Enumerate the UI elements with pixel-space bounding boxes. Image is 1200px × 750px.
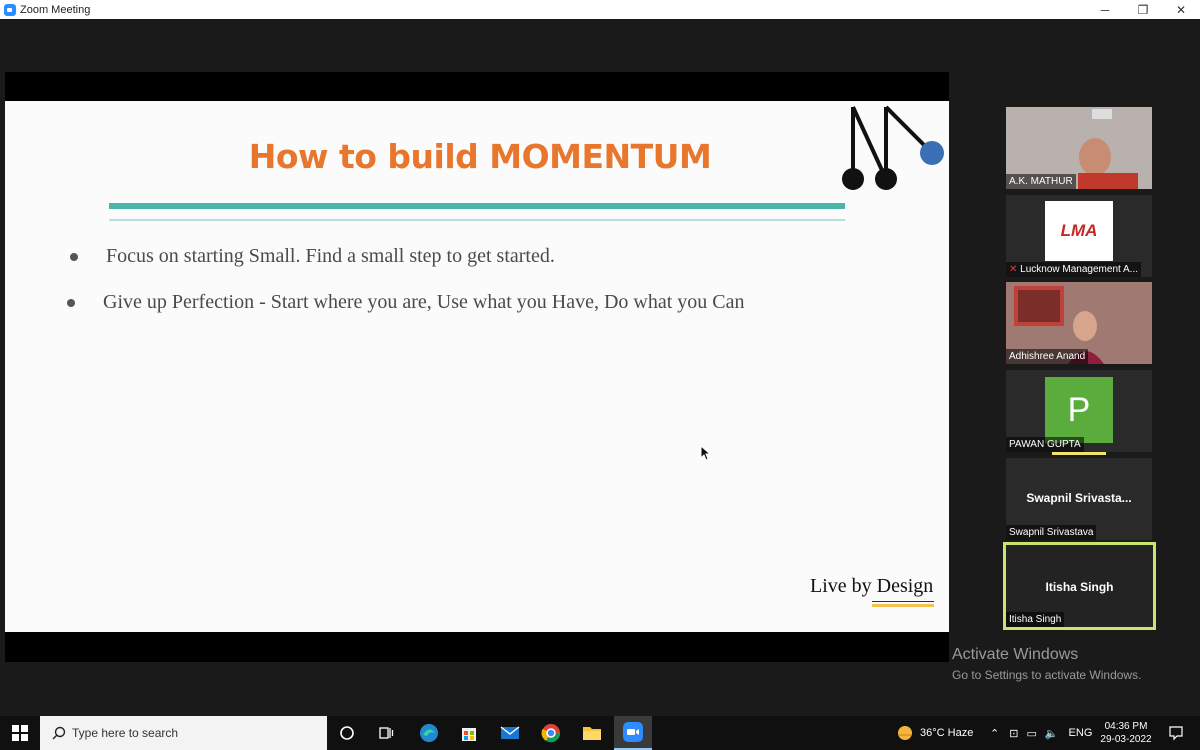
slide-brand-text: Live by Design	[810, 575, 934, 597]
shared-slide: How to build MOMENTUM Focus on starting …	[5, 101, 949, 632]
lma-logo-icon: LMA	[1045, 201, 1113, 261]
search-icon	[52, 726, 66, 740]
participant-display-name: Itisha Singh	[1045, 580, 1114, 594]
windows-taskbar: Type here to search 36°C Haze ⌃ ⊡ ▭ 🔈 EN…	[0, 716, 1200, 750]
participant-name: A.K. MATHUR	[1006, 174, 1076, 189]
meet-now-icon[interactable]: ⊡	[1009, 727, 1018, 740]
participant-tile-active[interactable]: Itisha Singh Itisha Singh	[1003, 542, 1156, 630]
task-view-icon[interactable]	[374, 721, 398, 745]
participant-name: Swapnil Srivastava	[1006, 525, 1097, 540]
cortana-icon[interactable]	[335, 721, 359, 745]
watermark-title: Activate Windows	[952, 646, 1079, 663]
participant-name: ✕ Lucknow Management A...	[1006, 262, 1142, 277]
participant-tile[interactable]: Swapnil Srivasta... Swapnil Srivastava	[1006, 458, 1152, 540]
window-controls: ─ ❐ ✕	[1086, 0, 1200, 19]
muted-mic-icon: ✕	[1009, 264, 1021, 275]
slide-title: How to build MOMENTUM	[248, 137, 712, 176]
brand-underline	[872, 601, 934, 602]
slide-bullet-text: Focus on starting Small. Find a small st…	[106, 245, 555, 267]
network-icon[interactable]: ▭	[1026, 727, 1036, 740]
windows-start-icon	[12, 725, 28, 741]
window-title: Zoom Meeting	[20, 3, 91, 16]
clock-time: 04:36 PM	[1104, 721, 1148, 732]
windows-start-button[interactable]	[0, 716, 40, 750]
participant-tile[interactable]: LMA ✕ Lucknow Management A...	[1006, 195, 1152, 277]
participant-avatar: P	[1045, 377, 1113, 443]
lma-logo-text: LMA	[1060, 221, 1098, 240]
mail-icon[interactable]	[498, 721, 522, 745]
momentum-logo-icon	[842, 105, 944, 190]
zoom-taskbar-button[interactable]	[614, 716, 652, 750]
slide-bullet: Give up Perfection - Start where you are…	[67, 291, 744, 314]
file-explorer-icon[interactable]	[580, 721, 604, 745]
active-speaker-indicator	[1052, 452, 1106, 455]
clock-date: 29-03-2022	[1100, 734, 1152, 745]
chevron-up-icon[interactable]: ⌃	[990, 727, 999, 740]
weather-widget[interactable]: 36°C Haze	[896, 716, 973, 750]
slide-rule-thin	[109, 219, 845, 221]
edge-icon[interactable]	[417, 721, 441, 745]
notifications-icon[interactable]	[1164, 721, 1188, 745]
mouse-cursor-icon	[700, 445, 712, 461]
minimize-button[interactable]: ─	[1086, 0, 1124, 19]
participant-display-name: Swapnil Srivasta...	[1026, 491, 1132, 505]
window-titlebar: Zoom Meeting ─ ❐ ✕	[0, 0, 1200, 19]
brand-underline-accent	[872, 604, 934, 607]
participant-name: Itisha Singh	[1006, 612, 1065, 627]
screen-share-frame: How to build MOMENTUM Focus on starting …	[5, 72, 949, 662]
participant-tile[interactable]: A.K. MATHUR	[1006, 107, 1152, 189]
taskbar-clock[interactable]: 04:36 PM 29-03-2022	[1098, 720, 1154, 746]
zoom-icon	[623, 722, 643, 742]
chrome-icon[interactable]	[539, 721, 563, 745]
slide-bullet: Focus on starting Small. Find a small st…	[70, 245, 555, 268]
slide-rule-thick	[109, 203, 845, 209]
participant-name: Adhishree Anand	[1006, 349, 1089, 364]
bullet-dot-icon	[70, 252, 78, 261]
close-button[interactable]: ✕	[1162, 0, 1200, 19]
taskbar-search-box[interactable]: Type here to search	[40, 716, 327, 750]
slide-bullet-text: Give up Perfection - Start where you are…	[103, 291, 745, 313]
search-placeholder: Type here to search	[72, 726, 179, 740]
language-indicator[interactable]: ENG	[1069, 727, 1093, 739]
participant-name-text: Lucknow Management A...	[1020, 264, 1139, 275]
restore-button[interactable]: ❐	[1124, 0, 1162, 19]
activate-windows-watermark: Activate Windows Go to Settings to activ…	[952, 646, 1141, 682]
participant-tile[interactable]: P PAWAN GUPTA	[1006, 370, 1152, 452]
bullet-dot-icon	[67, 298, 75, 307]
system-tray: ⌃ ⊡ ▭ 🔈 ENG	[990, 716, 1092, 750]
store-icon[interactable]	[457, 721, 481, 745]
volume-icon[interactable]: 🔈	[1045, 727, 1059, 740]
zoom-app-icon	[4, 3, 16, 16]
haze-weather-icon	[898, 726, 912, 740]
watermark-subtitle: Go to Settings to activate Windows.	[952, 668, 1142, 682]
weather-text: 36°C Haze	[920, 727, 974, 739]
meeting-area: How to build MOMENTUM Focus on starting …	[0, 19, 1200, 716]
participant-tile[interactable]: Adhishree Anand	[1006, 282, 1152, 364]
participant-name: PAWAN GUPTA	[1006, 437, 1084, 452]
